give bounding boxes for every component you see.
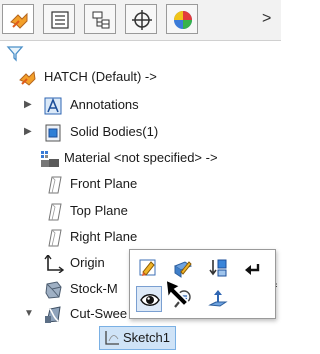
tree-item-label: Sketch1 [123, 330, 170, 345]
more-tabs-chevron-icon[interactable]: > [262, 10, 271, 28]
tree-item-label: Annotations [70, 97, 139, 112]
tree-root-label: HATCH (Default) -> [44, 69, 157, 84]
tree-item-label: Material <not specified> -> [64, 150, 218, 165]
edit-feature-icon [173, 261, 193, 278]
show-hide-button[interactable] [136, 286, 162, 312]
tree-item-label: Solid Bodies(1) [70, 124, 159, 139]
tree-item-right-plane[interactable]: Right Plane [0, 226, 281, 248]
display-manager-tab-icon [174, 11, 192, 29]
parent-child-button[interactable] [239, 255, 265, 281]
tree-filter[interactable] [4, 42, 279, 64]
context-toolbar [129, 249, 276, 319]
tree-item-label: Cut-Swee [70, 306, 128, 321]
dimxpert-tab[interactable] [125, 4, 157, 34]
tree-item-top-plane[interactable]: Top Plane [0, 200, 281, 222]
solid-bodies-icon [45, 124, 61, 142]
plane-icon [48, 176, 62, 194]
show-hide-eye-icon [140, 294, 160, 306]
tree-root[interactable]: HATCH (Default) -> [0, 66, 281, 88]
normal-to-icon [208, 290, 228, 307]
tree-item-label: Stock-M [70, 281, 118, 296]
configurationmanager-tab[interactable] [84, 4, 116, 34]
material-icon [41, 151, 59, 167]
mouse-pointer-icon [165, 278, 190, 308]
tree-item-label: Top Plane [70, 203, 128, 218]
parent-child-icon [245, 264, 260, 275]
normal-to-button[interactable] [205, 286, 231, 312]
dimxpert-tab-icon [132, 10, 152, 30]
annotations-icon [44, 97, 62, 115]
manager-tab-bar: > [0, 0, 281, 41]
rollback-icon [209, 259, 227, 277]
tree-item-annotations[interactable]: ▶ Annotations [0, 94, 281, 116]
expand-arrow-icon[interactable]: ▶ [24, 121, 32, 143]
featuremanager-tab[interactable] [2, 4, 34, 34]
tree-item-material[interactable]: Material <not specified> -> [0, 147, 281, 169]
propertymanager-tab-icon [51, 11, 69, 29]
tree-item-front-plane[interactable]: Front Plane [0, 173, 281, 195]
stock-icon [45, 281, 62, 299]
plane-icon [48, 203, 62, 221]
configurationmanager-tab-icon [92, 11, 110, 29]
cut-sweep-icon [45, 306, 61, 323]
rollback-button[interactable] [205, 255, 231, 281]
expand-arrow-icon[interactable]: ▶ [24, 94, 32, 116]
origin-icon [44, 255, 64, 273]
sketch-icon [105, 331, 119, 345]
part-icon [19, 70, 36, 86]
tree-item-label: Front Plane [70, 176, 138, 191]
plane-icon [48, 229, 62, 247]
tree-item-solid-bodies[interactable]: ▶ Solid Bodies(1) [0, 121, 281, 143]
featuremanager-tab-icon [10, 12, 28, 29]
edit-sketch-button[interactable] [136, 255, 162, 281]
filter-funnel-icon [6, 46, 24, 62]
tree-item-label: Right Plane [70, 229, 138, 244]
propertymanager-tab[interactable] [43, 4, 75, 34]
tree-item-sketch1[interactable]: Sketch1 [99, 326, 176, 350]
tree-item-label: Origin [70, 255, 105, 270]
display-manager-tab[interactable] [166, 4, 198, 34]
edit-sketch-icon [139, 259, 156, 276]
collapse-arrow-icon[interactable]: ▼ [24, 303, 34, 325]
